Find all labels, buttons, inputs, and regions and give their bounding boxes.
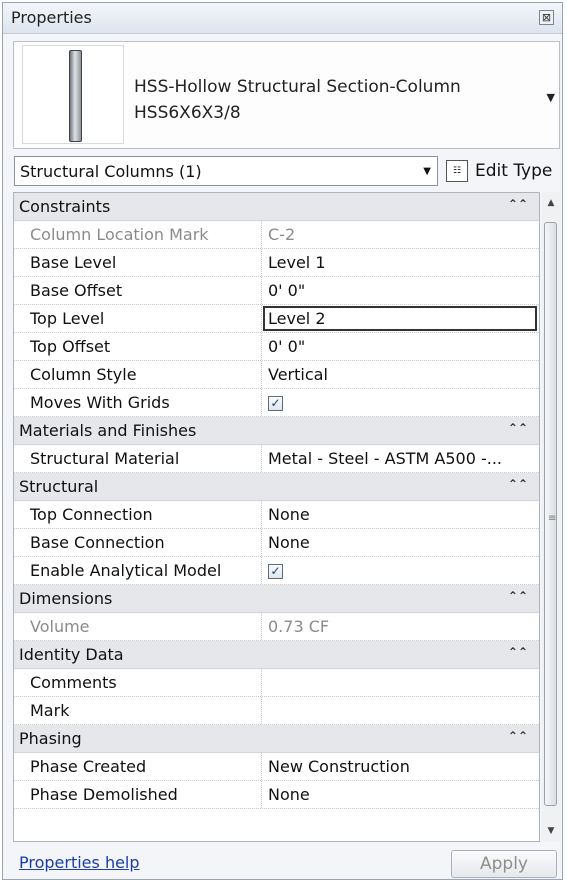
group-structural[interactable]: Structural ⌃⌃ — [14, 473, 539, 501]
param-row[interactable]: Top Offset 0' 0" — [14, 333, 539, 361]
param-value[interactable]: None — [268, 785, 310, 804]
param-name: Base Level — [30, 253, 117, 272]
scroll-up-icon[interactable]: ▲ — [542, 198, 560, 208]
param-value[interactable]: 0' 0" — [268, 281, 305, 300]
param-row[interactable]: Structural Material Metal - Steel - ASTM… — [14, 445, 539, 473]
group-dimensions[interactable]: Dimensions ⌃⌃ — [14, 585, 539, 613]
apply-button[interactable]: Apply — [451, 850, 557, 878]
param-name: Enable Analytical Model — [30, 561, 222, 580]
column-preview-icon — [69, 50, 82, 142]
scrollbar-thumb[interactable]: ≡ — [544, 222, 557, 806]
param-row: Volume 0.73 CF — [14, 613, 539, 641]
param-row[interactable]: Enable Analytical Model ✓ — [14, 557, 539, 585]
param-name: Moves With Grids — [30, 393, 170, 412]
param-value: C-2 — [268, 225, 296, 244]
param-row[interactable]: Comments — [14, 669, 539, 697]
param-row[interactable]: Base Offset 0' 0" — [14, 277, 539, 305]
instance-filter-dropdown[interactable]: Structural Columns (1) ▼ — [14, 156, 438, 186]
param-row[interactable]: Phase Demolished None — [14, 781, 539, 809]
group-label: Structural — [19, 477, 99, 496]
param-name: Top Level — [30, 309, 105, 328]
param-row[interactable]: Base Level Level 1 — [14, 249, 539, 277]
vertical-scrollbar[interactable]: ▲ ≡ ▼ — [542, 192, 560, 842]
top-level-input[interactable]: Level 2 — [263, 306, 537, 331]
param-row[interactable]: Mark — [14, 697, 539, 725]
group-phasing[interactable]: Phasing ⌃⌃ — [14, 725, 539, 753]
param-value[interactable]: Level 2 — [268, 309, 326, 328]
param-value[interactable]: None — [268, 533, 310, 552]
param-row[interactable]: Phase Created New Construction — [14, 753, 539, 781]
type-preview-image — [22, 45, 124, 144]
group-label: Identity Data — [19, 645, 124, 664]
group-identity[interactable]: Identity Data ⌃⌃ — [14, 641, 539, 669]
param-name: Column Location Mark — [30, 225, 209, 244]
moves-with-grids-checkbox[interactable]: ✓ — [268, 396, 283, 411]
collapse-icon[interactable]: ⌃⌃ — [508, 197, 528, 211]
param-name: Comments — [30, 673, 117, 692]
param-name: Column Style — [30, 365, 137, 384]
param-name: Base Connection — [30, 533, 165, 552]
group-label: Dimensions — [19, 589, 113, 608]
param-name: Mark — [30, 701, 70, 720]
collapse-icon[interactable]: ⌃⌃ — [508, 421, 528, 435]
param-name: Structural Material — [30, 449, 180, 468]
collapse-icon[interactable]: ⌃⌃ — [508, 729, 528, 743]
type-family-name: HSS-Hollow Structural Section-Column — [134, 77, 461, 97]
param-name: Phase Created — [30, 757, 147, 776]
chevron-down-icon[interactable]: ▼ — [423, 166, 431, 177]
param-name: Top Connection — [30, 505, 153, 524]
param-value[interactable]: 0' 0" — [268, 337, 305, 356]
param-value[interactable]: Level 1 — [268, 253, 326, 272]
group-label: Phasing — [19, 729, 82, 748]
param-name: Phase Demolished — [30, 785, 178, 804]
scroll-down-icon[interactable]: ▼ — [542, 826, 560, 836]
type-selector[interactable]: HSS-Hollow Structural Section-Column HSS… — [13, 41, 560, 149]
close-icon[interactable]: ⊠ — [539, 10, 554, 25]
param-value[interactable]: Vertical — [268, 365, 328, 384]
group-label: Constraints — [19, 197, 111, 216]
title-bar: Properties ⊠ — [3, 3, 562, 34]
footer: Properties help Apply — [3, 845, 562, 879]
properties-help-link[interactable]: Properties help — [19, 853, 140, 872]
param-value[interactable]: None — [268, 505, 310, 524]
triangle-down-icon[interactable]: ▼ — [547, 91, 555, 104]
collapse-icon[interactable]: ⌃⌃ — [508, 477, 528, 491]
group-materials[interactable]: Materials and Finishes ⌃⌃ — [14, 417, 539, 445]
param-name: Top Offset — [30, 337, 111, 356]
collapse-icon[interactable]: ⌃⌃ — [508, 645, 528, 659]
properties-palette: Properties ⊠ HSS-Hollow Structural Secti… — [2, 2, 563, 880]
param-row[interactable]: Base Connection None — [14, 529, 539, 557]
param-row[interactable]: Top Level Level 2 — [14, 305, 539, 333]
type-name: HSS6X6X3/8 — [134, 103, 241, 123]
param-row: Column Location Mark C-2 — [14, 221, 539, 249]
param-name: Volume — [30, 617, 90, 636]
param-row[interactable]: Top Connection None — [14, 501, 539, 529]
collapse-icon[interactable]: ⌃⌃ — [508, 589, 528, 603]
param-row[interactable]: Column Style Vertical — [14, 361, 539, 389]
param-row[interactable]: Moves With Grids ✓ — [14, 389, 539, 417]
edit-type-label: Edit Type — [475, 161, 553, 181]
analytical-model-checkbox[interactable]: ✓ — [268, 564, 283, 579]
edit-type-icon: ☷ — [446, 160, 468, 182]
instance-filter-value: Structural Columns (1) — [20, 162, 202, 181]
window-title: Properties — [11, 8, 92, 27]
param-value[interactable]: New Construction — [268, 757, 410, 776]
group-constraints[interactable]: Constraints ⌃⌃ — [14, 193, 539, 221]
group-label: Materials and Finishes — [19, 421, 197, 440]
properties-grid: Constraints ⌃⌃ Column Location Mark C-2 … — [13, 192, 540, 842]
param-name: Base Offset — [30, 281, 123, 300]
param-value[interactable]: Metal - Steel - ASTM A500 -... — [268, 449, 502, 468]
param-value: 0.73 CF — [268, 617, 330, 636]
